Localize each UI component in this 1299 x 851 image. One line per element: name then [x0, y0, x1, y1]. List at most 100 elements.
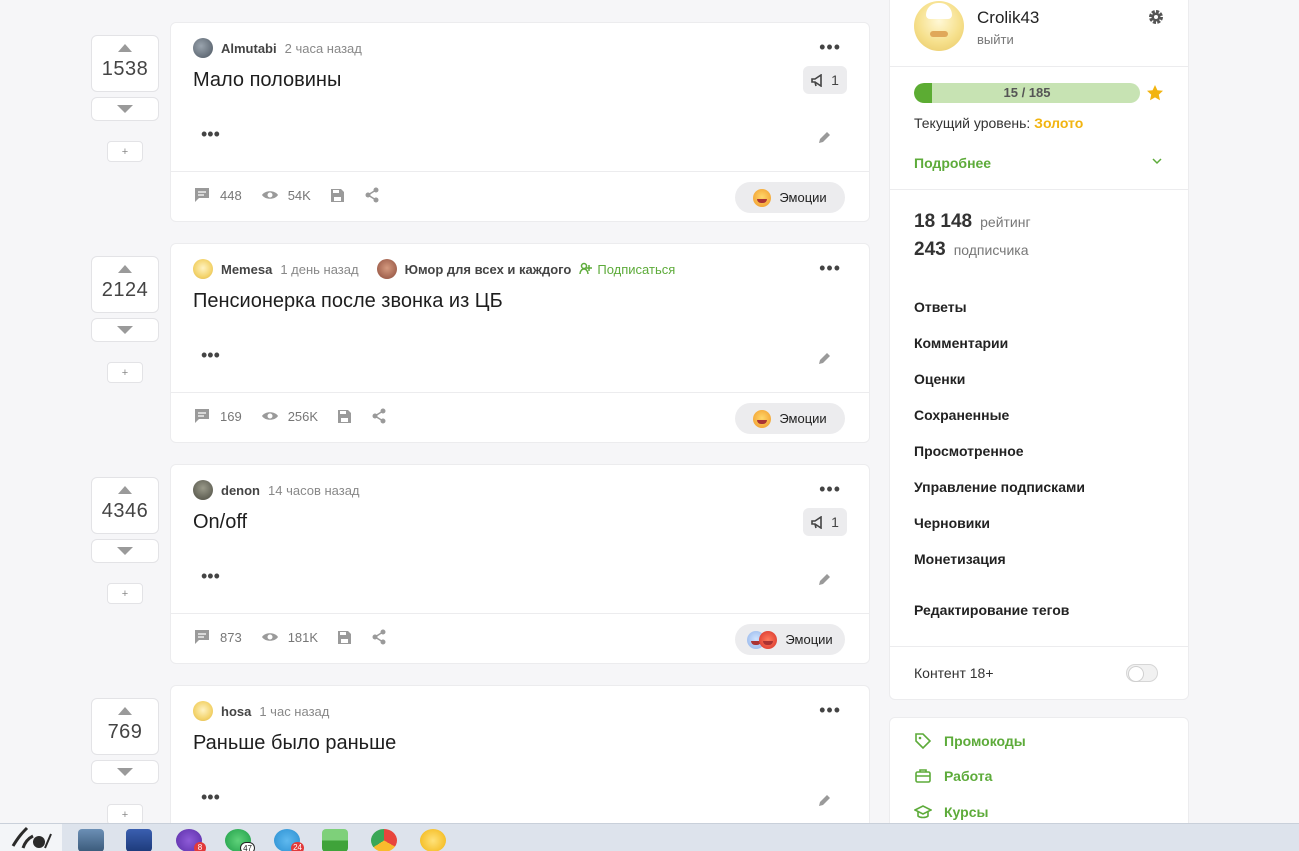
sidebar-link-comments[interactable]: Комментарии — [914, 335, 1008, 351]
subscribe-label: Подписаться — [597, 261, 676, 277]
comments-button[interactable]: 169 — [193, 408, 242, 424]
expand-content-icon[interactable]: ••• — [201, 346, 220, 364]
pencil-icon[interactable] — [817, 794, 831, 808]
sidebar-link-courses[interactable]: Курсы — [914, 804, 988, 820]
chevron-down-icon[interactable] — [1152, 157, 1162, 165]
sidebar-link-edit-tags[interactable]: Редактирование тегов — [914, 602, 1069, 618]
comments-button[interactable]: 448 — [193, 187, 242, 203]
sidebar-link-viewed[interactable]: Просмотренное — [914, 443, 1024, 459]
badge-count: 1 — [831, 514, 839, 530]
promo-badge[interactable]: 1 — [803, 66, 847, 94]
gear-icon[interactable] — [1147, 8, 1165, 26]
downvote-button[interactable] — [91, 760, 159, 784]
share-button[interactable] — [364, 187, 380, 203]
author-link[interactable]: Almutabi — [221, 41, 277, 56]
emotions-label: Эмоции — [779, 190, 827, 205]
more-options-icon[interactable]: ••• — [819, 701, 841, 719]
expand-button[interactable]: + — [107, 362, 143, 383]
story-title[interactable]: Пенсионерка после звонка из ЦБ — [193, 290, 503, 313]
whatsapp-icon[interactable]: 47 — [225, 829, 255, 851]
current-level: Текущий уровень: Золото — [914, 115, 1083, 131]
comments-button[interactable]: 873 — [193, 629, 242, 645]
downvote-button[interactable] — [91, 318, 159, 342]
downvote-button[interactable] — [91, 539, 159, 563]
community-name: Юмор для всех и каждого — [404, 261, 572, 277]
pencil-icon[interactable] — [817, 573, 831, 587]
upvote-button[interactable] — [118, 265, 132, 273]
avatar[interactable] — [193, 480, 213, 500]
calculator-icon[interactable] — [78, 829, 104, 851]
more-options-icon[interactable]: ••• — [819, 38, 841, 56]
emotions-button[interactable]: Эмоции — [735, 182, 845, 213]
story-title[interactable]: Раньше было раньше — [193, 732, 396, 755]
arrow-down-icon — [117, 326, 133, 334]
save-button[interactable] — [337, 409, 352, 424]
emotions-button[interactable]: Эмоции — [735, 624, 845, 655]
pencil-icon[interactable] — [817, 131, 831, 145]
author-link[interactable]: denon — [221, 483, 260, 498]
save-button[interactable] — [330, 188, 345, 203]
upvote-button[interactable] — [118, 44, 132, 52]
megaphone-icon — [811, 73, 822, 87]
username[interactable]: Crolik43 — [977, 8, 1039, 28]
sidebar-link-jobs[interactable]: Работа — [914, 768, 992, 784]
floppy-disk-icon[interactable] — [126, 829, 152, 851]
sidebar-link-ratings[interactable]: Оценки — [914, 371, 965, 387]
chrome-icon[interactable] — [371, 829, 397, 851]
downvote-button[interactable] — [91, 97, 159, 121]
divider — [890, 66, 1188, 67]
share-button[interactable] — [371, 629, 387, 645]
rating-count: 2124 — [101, 279, 149, 301]
logout-link[interactable]: выйти — [977, 32, 1014, 47]
previous-post-tail: · · · · · · · · · · · · — [190, 0, 440, 4]
sidebar-link-drafts[interactable]: Черновики — [914, 515, 990, 531]
expand-content-icon[interactable]: ••• — [201, 567, 220, 585]
laughing-emoji-icon — [753, 188, 772, 207]
telegram-icon[interactable]: 24 — [274, 829, 304, 851]
start-button[interactable] — [0, 824, 62, 851]
sidebar-link-saved[interactable]: Сохраненные — [914, 407, 1009, 423]
sidebar-link-answers[interactable]: Ответы — [914, 299, 967, 315]
expand-button[interactable]: + — [107, 804, 143, 825]
author-link[interactable]: Memesa — [221, 262, 272, 277]
pencil-icon[interactable] — [817, 352, 831, 366]
more-options-icon[interactable]: ••• — [819, 259, 841, 277]
angry-emoji-icon — [759, 630, 778, 649]
1c-icon[interactable] — [420, 829, 446, 851]
story-title[interactable]: On/off — [193, 511, 247, 534]
subscribe-button[interactable]: Подписаться — [579, 262, 675, 277]
upvote-button[interactable] — [118, 707, 132, 715]
avatar[interactable] — [193, 38, 213, 58]
sidebar-link-monetization[interactable]: Монетизация — [914, 551, 1006, 567]
viber-icon[interactable]: 8 — [176, 829, 206, 851]
expand-button[interactable]: + — [107, 583, 143, 604]
promo-badge[interactable]: 1 — [803, 508, 847, 536]
divider — [890, 189, 1188, 190]
story-title[interactable]: Мало половины — [193, 69, 341, 92]
star-icon — [1147, 85, 1163, 101]
author-link[interactable]: hosa — [221, 704, 251, 719]
user-avatar[interactable] — [914, 1, 964, 51]
save-icon — [338, 630, 352, 644]
expand-content-icon[interactable]: ••• — [201, 125, 220, 143]
badge-count: 1 — [831, 72, 839, 88]
sidebar-link-promocodes[interactable]: Промокоды — [914, 732, 1026, 750]
laughing-emoji-icon — [753, 409, 772, 428]
expand-content-icon[interactable]: ••• — [201, 788, 220, 806]
expand-button[interactable]: + — [107, 141, 143, 162]
vote-box: 1538 — [91, 35, 159, 92]
emotions-button[interactable]: Эмоции — [735, 403, 845, 434]
share-button[interactable] — [371, 408, 387, 424]
avatar[interactable] — [193, 259, 213, 279]
sidebar-link-subscriptions[interactable]: Управление подписками — [914, 479, 1085, 495]
avatar[interactable] — [193, 701, 213, 721]
details-link[interactable]: Подробнее — [914, 155, 991, 171]
comment-icon — [195, 630, 209, 644]
comments-count: 448 — [220, 187, 242, 203]
more-options-icon[interactable]: ••• — [819, 480, 841, 498]
save-button[interactable] — [337, 630, 352, 645]
storage-app-icon[interactable] — [322, 829, 348, 851]
community-link[interactable]: Юмор для всех и каждого — [376, 259, 572, 279]
upvote-button[interactable] — [118, 486, 132, 494]
nsfw-toggle[interactable] — [1126, 664, 1158, 682]
